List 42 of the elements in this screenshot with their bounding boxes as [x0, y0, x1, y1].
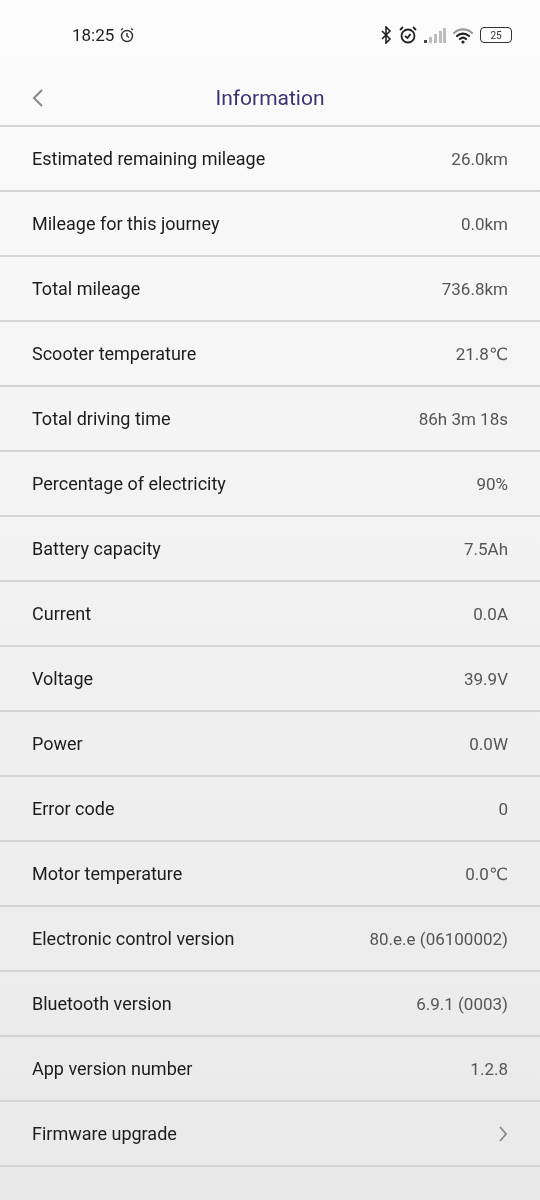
alarm-icon	[119, 27, 136, 43]
info-value: 7.5Ah	[463, 538, 508, 559]
info-label: Percentage of electricity	[32, 473, 226, 494]
info-value: 1.2.8	[470, 1058, 508, 1079]
info-label: Error code	[32, 798, 115, 819]
page-title: Information	[215, 85, 325, 110]
info-value: 39.9V	[464, 668, 508, 689]
bluetooth-icon	[380, 26, 392, 44]
info-label: Motor temperature	[32, 863, 183, 884]
info-value: 0.0W	[469, 733, 508, 754]
info-label: Scooter temperature	[32, 343, 197, 364]
info-value: 86h 3m 18s	[418, 408, 508, 429]
info-label: Mileage for this journey	[32, 213, 220, 234]
info-value: 0.0A	[473, 603, 508, 624]
info-value: 21.8℃	[455, 343, 508, 364]
info-value: 0.0℃	[465, 863, 508, 884]
info-value: 90%	[476, 473, 508, 494]
info-label: Electronic control version	[32, 928, 235, 949]
battery-indicator: 25	[480, 27, 512, 43]
info-label: Current	[32, 603, 92, 624]
signal-icon	[424, 27, 446, 43]
wifi-icon	[452, 26, 474, 44]
info-label: Firmware upgrade	[32, 1123, 177, 1144]
info-label: Total mileage	[32, 278, 141, 299]
firmware-upgrade-row[interactable]: Firmware upgrade	[0, 1102, 540, 1167]
info-value: 80.e.e (06100002)	[369, 928, 508, 949]
status-time: 18:25	[72, 25, 115, 45]
info-label: Bluetooth version	[32, 993, 172, 1014]
alarm-icon	[398, 25, 418, 45]
chevron-right-icon	[498, 1124, 508, 1143]
info-value: 26.0km	[451, 148, 508, 169]
info-value: 6.9.1 (0003)	[416, 993, 508, 1014]
info-label: Total driving time	[32, 408, 171, 429]
back-icon[interactable]	[32, 88, 44, 108]
info-value: 736.8km	[441, 278, 508, 299]
info-label: Power	[32, 733, 83, 754]
info-label: App version number	[32, 1058, 193, 1079]
info-label: Estimated remaining mileage	[32, 148, 266, 169]
info-value: 0.0km	[460, 213, 508, 234]
info-value: 0	[498, 798, 508, 819]
info-label: Voltage	[32, 668, 94, 689]
info-label: Battery capacity	[32, 538, 161, 559]
